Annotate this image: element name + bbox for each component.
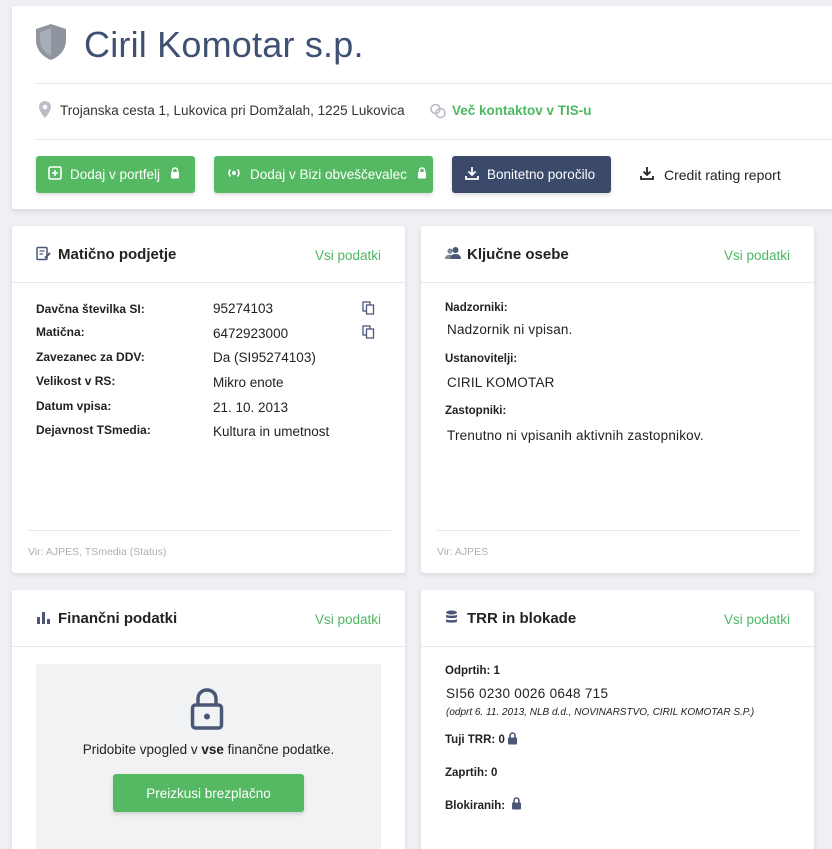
account-iban: SI56 0230 0026 0648 715 (446, 686, 609, 701)
bar-chart-icon (36, 610, 51, 630)
size-label: Velikost v RS: (36, 374, 116, 388)
card-header: Finančni podatki Vsi podatki (12, 590, 405, 647)
locked-financials-panel: Pridobite vpogled v vse finančne podatke… (36, 664, 381, 849)
divider (437, 530, 800, 531)
copy-icon[interactable] (362, 301, 375, 320)
registration-number-label: Matična: (36, 325, 85, 339)
key-people-card: Ključne osebe Vsi podatki Nadzorniki: Na… (421, 226, 814, 573)
activity-value: Kultura in umetnost (213, 424, 330, 439)
vat-value: Da (SI95274103) (213, 350, 316, 365)
tax-number-label: Davčna številka SI: (36, 302, 145, 316)
representatives-value: Trenutno ni vpisanih aktivnih zastopniko… (447, 428, 704, 443)
card-title: Matično podjetje (58, 246, 177, 263)
closed-accounts-count: Zaprtih: 0 (445, 767, 498, 779)
blocked-accounts-label: Blokiranih: (445, 800, 506, 812)
lock-icon (507, 732, 518, 750)
lock-icon (511, 797, 522, 815)
founders-value[interactable]: CIRIL KOMOTAR (447, 375, 555, 390)
tax-number-value: 95274103 (213, 301, 274, 316)
open-accounts-count: Odprtih: 1 (445, 665, 500, 677)
card-header: Ključne osebe Vsi podatki (421, 226, 814, 283)
source-note: Vir: AJPES, TSmedia (Status) (28, 546, 167, 558)
all-data-link[interactable]: Vsi podatki (724, 612, 790, 627)
bank-accounts-card: TRR in blokade Vsi podatki Odprtih: 1 SI… (421, 590, 814, 849)
shield-icon (34, 23, 68, 66)
founders-label: Ustanovitelji: (445, 353, 518, 365)
all-data-link[interactable]: Vsi podatki (315, 612, 381, 627)
all-data-link[interactable]: Vsi podatki (315, 248, 381, 263)
padlock-icon (190, 688, 224, 735)
divider (36, 83, 832, 84)
all-data-link[interactable]: Vsi podatki (724, 248, 790, 263)
foreign-accounts-count: Tuji TRR: 0 (445, 734, 505, 746)
database-icon (445, 610, 458, 630)
download-icon (465, 166, 479, 183)
card-header: TRR in blokade Vsi podatki (421, 590, 814, 647)
lock-icon (170, 167, 180, 182)
company-name: Ciril Komotar s.p. (84, 24, 364, 65)
account-note: (odprt 6. 11. 2013, NLB d.d., NOVINARSTV… (446, 707, 755, 718)
contacts-icon (430, 103, 446, 124)
divider (28, 530, 391, 531)
people-icon (445, 246, 461, 265)
copy-icon[interactable] (362, 325, 375, 344)
entry-date-value: 21. 10. 2013 (213, 400, 289, 415)
company-address: Trojanska cesta 1, Lukovica pri Domžalah… (60, 103, 405, 118)
divider (36, 139, 832, 140)
card-title: Finančni podatki (58, 610, 178, 627)
edit-document-icon (36, 246, 51, 266)
entry-date-label: Datum vpisa: (36, 399, 112, 413)
maticno-card: Matično podjetje Vsi podatki Davčna štev… (12, 226, 405, 573)
card-title: Ključne osebe (467, 246, 569, 263)
activity-label: Dejavnost TSmedia: (36, 423, 151, 437)
try-free-button[interactable]: Preizkusi brezplačno (113, 774, 304, 812)
registration-number-value: 6472923000 (213, 326, 289, 341)
card-title: TRR in blokade (467, 610, 577, 627)
supervisors-label: Nadzorniki: (445, 302, 508, 314)
financials-upsell-text: Pridobite vpogled v vse finančne podatke… (82, 742, 335, 757)
lock-icon (417, 167, 427, 182)
download-icon (640, 166, 654, 183)
credit-rating-report-link[interactable]: Credit rating report (640, 166, 781, 183)
representatives-label: Zastopniki: (445, 405, 507, 417)
size-value: Mikro enote (213, 375, 284, 390)
vat-label: Zavezanec za DDV: (36, 350, 145, 364)
broadcast-icon (226, 166, 242, 183)
financial-card: Finančni podatki Vsi podatki Pridobite v… (12, 590, 405, 849)
source-note: Vir: AJPES (437, 546, 489, 558)
portfolio-add-icon (48, 166, 62, 183)
supervisors-value: Nadzornik ni vpisan. (447, 322, 573, 337)
card-header: Matično podjetje Vsi podatki (12, 226, 405, 283)
more-contacts-link[interactable]: Več kontaktov v TIS-u (452, 103, 592, 118)
company-header: Ciril Komotar s.p. Trojanska cesta 1, Lu… (12, 6, 832, 209)
add-to-portfolio-button[interactable]: Dodaj v portfelj (36, 156, 195, 193)
credit-report-button[interactable]: Bonitetno poročilo (452, 156, 611, 193)
add-to-bizi-button[interactable]: Dodaj v Bizi obveščevalec (214, 156, 433, 193)
location-pin-icon (39, 101, 51, 123)
